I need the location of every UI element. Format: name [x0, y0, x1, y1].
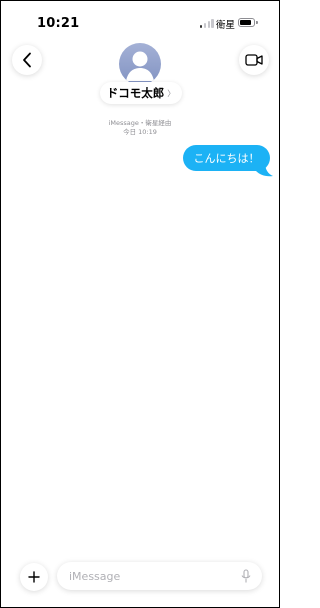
contact-name-button[interactable]: ドコモ太郎 〉	[100, 82, 182, 104]
plus-icon	[28, 571, 40, 583]
person-silhouette-icon	[126, 51, 154, 81]
add-attachment-button[interactable]	[20, 563, 48, 591]
message-text: こんにちは！	[193, 152, 260, 165]
microphone-icon[interactable]	[241, 569, 251, 584]
message-input[interactable]: iMessage	[57, 562, 262, 590]
message-input-placeholder: iMessage	[69, 570, 121, 583]
messages-screen: 10:21 衛星 ドコモ太郎 〉 iMessage・衛星経由 今日 10:19 …	[0, 0, 280, 608]
back-button[interactable]	[12, 45, 42, 75]
battery-icon	[238, 17, 258, 28]
chevron-left-icon	[23, 52, 31, 68]
contact-avatar[interactable]	[119, 43, 161, 85]
facetime-video-button[interactable]	[239, 45, 269, 75]
status-time: 10:21	[37, 16, 80, 31]
sent-message-bubble[interactable]: こんにちは！	[183, 145, 270, 171]
chevron-right-icon: 〉	[167, 88, 176, 98]
video-camera-icon	[245, 54, 263, 66]
service-label: iMessage・衛星経由	[108, 119, 172, 127]
status-bar: 10:21 衛星	[1, 1, 279, 45]
satellite-carrier-label: 衛星	[216, 20, 236, 31]
contact-name: ドコモ太郎	[106, 86, 165, 100]
cellular-signal-icon	[200, 18, 214, 28]
message-timestamp: 今日 10:19	[123, 128, 157, 136]
